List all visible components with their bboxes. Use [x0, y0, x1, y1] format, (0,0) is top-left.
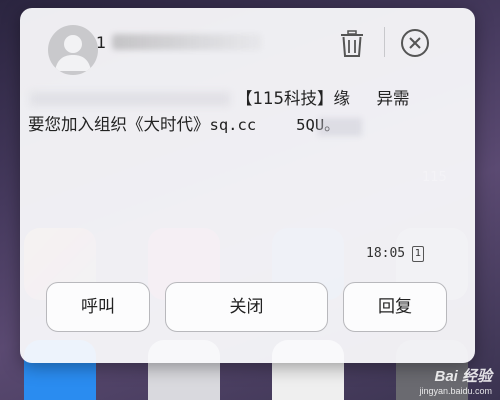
default-avatar-icon [48, 25, 98, 75]
call-button[interactable]: 呼叫 [46, 282, 150, 332]
sim-slot-badge: 1 [412, 246, 424, 262]
reply-button[interactable]: 回复 [343, 282, 447, 332]
header-divider [384, 27, 385, 57]
message-redaction-2 [318, 118, 362, 136]
message-link-start[interactable]: sq.cc [210, 116, 257, 134]
watermark-main: Bai 经验 [434, 368, 492, 385]
baidu-jingyan-watermark: Bai 经验 jingyan.baidu.com [419, 365, 492, 396]
message-redaction-1 [30, 92, 230, 106]
trash-icon[interactable] [340, 30, 364, 58]
sender-redaction [112, 34, 262, 50]
watermark-url: jingyan.baidu.com [419, 386, 492, 396]
close-button[interactable]: 关闭 [165, 282, 328, 332]
message-time: 18:05 [366, 246, 406, 261]
message-line1: 【115科技】缘 [236, 89, 350, 108]
close-circle-icon[interactable] [401, 29, 429, 57]
message-line1-tail: 异需 [376, 89, 410, 108]
sender-number: 1 [96, 33, 107, 52]
message-line2-prefix: 要您加入组织《大时代》 [28, 115, 210, 134]
